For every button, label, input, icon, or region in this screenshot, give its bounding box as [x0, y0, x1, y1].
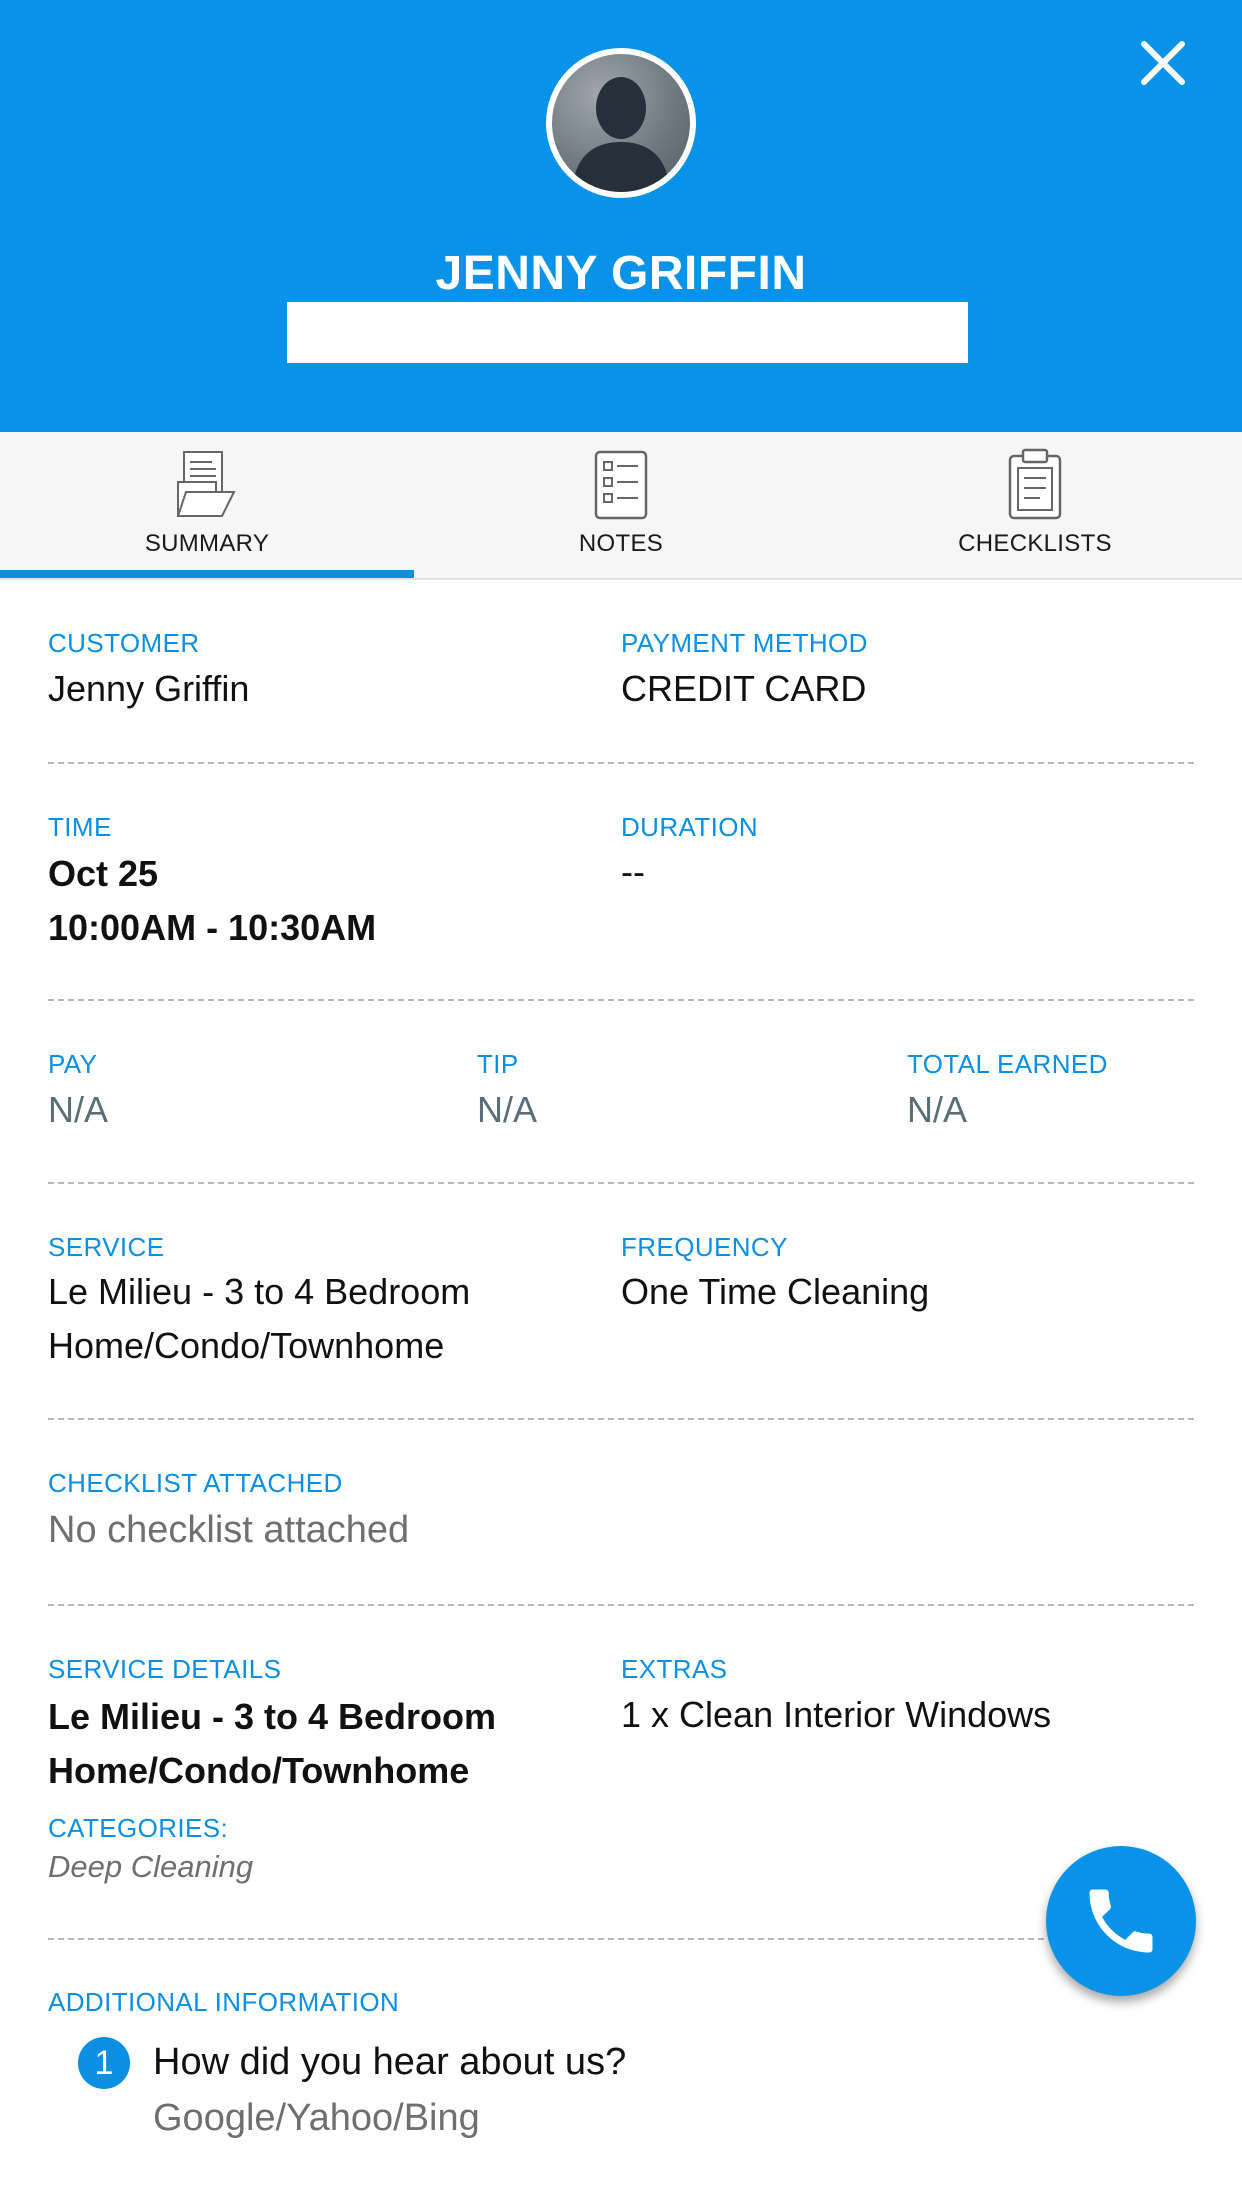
categories-value: Deep Cleaning: [48, 1849, 254, 1884]
tab-notes[interactable]: NOTES: [414, 432, 828, 578]
divider: [48, 999, 1194, 1001]
total-earned-label: TOTAL EARNED: [907, 1049, 1108, 1079]
answer-text: Google/Yahoo/Bing: [153, 2097, 480, 2139]
phone-icon: [1089, 1889, 1153, 1953]
customer-label: CUSTOMER: [48, 628, 200, 658]
customer-value: Jenny Griffin: [48, 668, 250, 709]
tab-notes-label: NOTES: [578, 530, 664, 557]
redacted-info-bar: [287, 302, 968, 363]
payment-method-label: PAYMENT METHOD: [621, 628, 868, 658]
frequency-value: One Time Cleaning: [621, 1271, 930, 1312]
tab-checklists[interactable]: CHECKLISTS: [828, 432, 1242, 578]
categories-label: CATEGORIES:: [48, 1813, 229, 1843]
extras-value: 1 x Clean Interior Windows: [621, 1694, 1052, 1735]
notes-list-icon: [594, 450, 648, 520]
active-tab-indicator: [0, 570, 414, 578]
tip-label: TIP: [477, 1049, 519, 1079]
checklist-attached-value: No checklist attached: [48, 1509, 410, 1551]
tab-summary[interactable]: SUMMARY: [0, 432, 414, 578]
total-earned-value: N/A: [907, 1089, 968, 1130]
tab-checklists-label: CHECKLISTS: [958, 530, 1112, 557]
frequency-label: FREQUENCY: [621, 1232, 788, 1262]
duration-value: --: [621, 851, 645, 892]
customer-name-heading: JENNY GRIFFIN: [435, 247, 807, 300]
time-range: 10:00AM - 10:30AM: [48, 907, 377, 948]
time-date: Oct 25: [48, 853, 159, 894]
service-details-line1: Le Milieu - 3 to 4 Bedroom: [48, 1696, 497, 1737]
close-button[interactable]: [1130, 30, 1196, 96]
divider: [48, 1418, 1194, 1420]
extras-label: EXTRAS: [621, 1654, 728, 1684]
question-number-badge: 1: [78, 2037, 130, 2089]
service-value-line2: Home/Condo/Townhome: [48, 1325, 445, 1366]
divider: [48, 1182, 1194, 1184]
document-stack-icon: [176, 451, 236, 517]
person-silhouette-icon: [572, 77, 670, 192]
service-label: SERVICE: [48, 1232, 165, 1262]
checklist-attached-label: CHECKLIST ATTACHED: [48, 1468, 343, 1498]
clipboard-icon: [1008, 448, 1062, 520]
call-button[interactable]: [1046, 1846, 1196, 1996]
divider: [48, 1938, 1194, 1940]
question-text: How did you hear about us?: [153, 2041, 627, 2083]
service-value-line1: Le Milieu - 3 to 4 Bedroom: [48, 1271, 471, 1312]
close-icon[interactable]: [1130, 30, 1196, 96]
time-label: TIME: [48, 812, 112, 842]
divider: [48, 762, 1194, 764]
service-details-label: SERVICE DETAILS: [48, 1654, 282, 1684]
service-details-line2: Home/Condo/Townhome: [48, 1750, 470, 1791]
duration-label: DURATION: [621, 812, 759, 842]
additional-information-label: ADDITIONAL INFORMATION: [48, 1987, 400, 2017]
divider: [48, 1604, 1194, 1606]
payment-method-value: CREDIT CARD: [621, 668, 867, 709]
tip-value: N/A: [477, 1089, 538, 1130]
pay-label: PAY: [48, 1049, 98, 1079]
tab-bar: SUMMARY NOTES CHECKLISTS: [0, 432, 1242, 580]
avatar: [546, 48, 696, 198]
profile-header: JENNY GRIFFIN: [0, 0, 1242, 432]
tab-summary-label: SUMMARY: [144, 530, 270, 557]
pay-value: N/A: [48, 1089, 109, 1130]
